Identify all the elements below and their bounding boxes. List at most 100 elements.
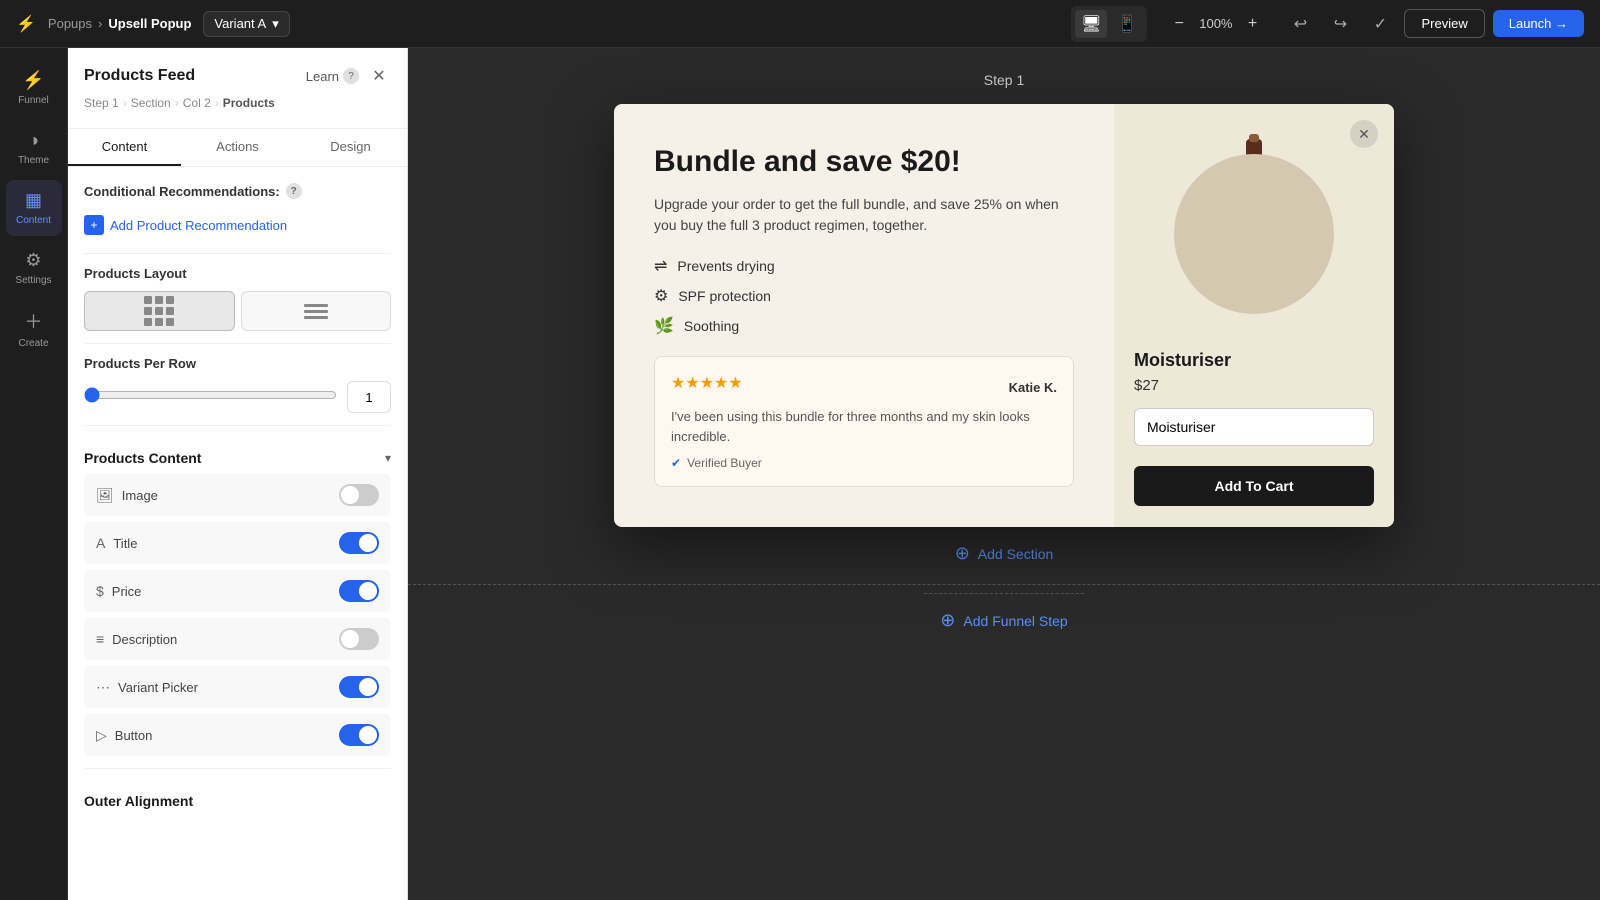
conditional-help-icon[interactable]: ? bbox=[286, 183, 302, 199]
per-row-slider[interactable] bbox=[84, 387, 337, 403]
verified-buyer: ✔ Verified Buyer bbox=[671, 456, 1057, 470]
popup-close-btn[interactable]: ✕ bbox=[1350, 120, 1378, 148]
toggle-variant-picker: ⋯ Variant Picker bbox=[84, 666, 391, 708]
panel-breadcrumb: Step 1 › Section › Col 2 › Products bbox=[84, 96, 391, 110]
price-icon: $ bbox=[96, 583, 104, 599]
theme-label: Theme bbox=[18, 155, 49, 166]
slider-container bbox=[84, 387, 337, 408]
panel-close-btn[interactable]: ✕ bbox=[367, 64, 391, 88]
zoom-out-btn[interactable]: − bbox=[1167, 12, 1191, 36]
variant-picker-text: Variant Picker bbox=[118, 680, 198, 695]
product-circle-bg bbox=[1174, 154, 1334, 314]
bc-sep2: › bbox=[175, 96, 179, 110]
sidebar-item-content[interactable]: ▦ Content bbox=[6, 180, 62, 236]
sidebar-item-create[interactable]: ＋ Create bbox=[6, 300, 62, 356]
add-recommendation-btn[interactable]: + Add Product Recommendation bbox=[84, 209, 391, 241]
feature-0-icon: ⇌ bbox=[654, 256, 667, 276]
topbar-actions: ↩ ↪ ✓ Preview Launch → bbox=[1284, 8, 1584, 40]
add-rec-label: Add Product Recommendation bbox=[110, 218, 287, 233]
panel-tabs: Content Actions Design bbox=[68, 129, 407, 167]
tab-design[interactable]: Design bbox=[294, 129, 407, 166]
toggle-price: $ Price bbox=[84, 570, 391, 612]
layout-list-icon bbox=[304, 304, 328, 319]
help-icon[interactable]: ? bbox=[343, 68, 359, 84]
launch-button[interactable]: Launch → bbox=[1493, 10, 1584, 37]
add-to-cart-btn[interactable]: Add To Cart bbox=[1134, 466, 1374, 506]
panel-header: Products Feed Learn ? ✕ Step 1 › Section… bbox=[68, 48, 407, 129]
verified-label: Verified Buyer bbox=[687, 456, 762, 470]
settings-label: Settings bbox=[15, 275, 51, 286]
variant-selector[interactable]: Variant A ▾ bbox=[203, 11, 289, 37]
panel-title-row: Products Feed Learn ? ✕ bbox=[84, 64, 391, 88]
tab-actions[interactable]: Actions bbox=[181, 129, 294, 166]
description-toggle[interactable] bbox=[339, 628, 379, 650]
image-toggle[interactable] bbox=[339, 484, 379, 506]
product-variant-select[interactable]: Moisturiser bbox=[1134, 408, 1374, 446]
layout-list-option[interactable] bbox=[241, 291, 392, 331]
preview-button[interactable]: Preview bbox=[1404, 9, 1484, 38]
add-section-row[interactable]: ⊕ Add Section bbox=[939, 527, 1070, 580]
layout-grid-option[interactable] bbox=[84, 291, 235, 331]
image-text: Image bbox=[122, 488, 158, 503]
device-group: 🖥 📱 bbox=[1071, 6, 1147, 42]
toggle-title: A Title bbox=[84, 522, 391, 564]
button-toggle[interactable] bbox=[339, 724, 379, 746]
breadcrumb-popups[interactable]: Popups bbox=[48, 16, 92, 31]
topbar: ⚡ Popups › Upsell Popup Variant A ▾ 🖥 📱 … bbox=[0, 0, 1600, 48]
toggle-button: ▷ Button bbox=[84, 714, 391, 756]
bc-section[interactable]: Section bbox=[131, 96, 171, 110]
canvas: Step 1 ✕ Bundle and save $20! Upgrade yo… bbox=[408, 48, 1600, 900]
feature-1: ⚙ SPF protection bbox=[654, 286, 1074, 306]
review-box: ★★★★★ Katie K. I've been using this bund… bbox=[654, 356, 1074, 487]
variant-label: Variant A bbox=[214, 16, 266, 31]
title-text: Title bbox=[113, 536, 137, 551]
check-btn[interactable]: ✓ bbox=[1364, 8, 1396, 40]
sidebar-item-settings[interactable]: ⚙ Settings bbox=[6, 240, 62, 296]
tab-content[interactable]: Content bbox=[68, 129, 181, 166]
create-label: Create bbox=[18, 338, 48, 349]
conditional-text: Conditional Recommendations: bbox=[84, 184, 280, 199]
per-row-control: 1 bbox=[84, 381, 391, 413]
breadcrumb-upsell[interactable]: Upsell Popup bbox=[108, 16, 191, 31]
panel: Products Feed Learn ? ✕ Step 1 › Section… bbox=[68, 48, 408, 900]
layout-options bbox=[84, 291, 391, 331]
sidebar-item-funnel[interactable]: ⚡ Funnel bbox=[6, 60, 62, 116]
products-content-header[interactable]: Products Content ▾ bbox=[84, 438, 391, 474]
feature-1-icon: ⚙ bbox=[654, 286, 668, 306]
logo-icon: ⚡ bbox=[16, 14, 36, 34]
panel-title: Products Feed bbox=[84, 67, 195, 85]
desktop-device-btn[interactable]: 🖥 bbox=[1075, 10, 1107, 38]
feature-0: ⇌ Prevents drying bbox=[654, 256, 1074, 276]
bc-col2[interactable]: Col 2 bbox=[183, 96, 211, 110]
price-toggle[interactable] bbox=[339, 580, 379, 602]
verified-icon: ✔ bbox=[671, 456, 681, 470]
product-price: $27 bbox=[1134, 377, 1159, 394]
divider-4 bbox=[84, 768, 391, 769]
undo-btn[interactable]: ↩ bbox=[1284, 8, 1316, 40]
add-funnel-step-row[interactable]: ⊕ Add Funnel Step bbox=[924, 593, 1083, 647]
bc-step1[interactable]: Step 1 bbox=[84, 96, 119, 110]
title-icon: A bbox=[96, 535, 105, 551]
divider-1 bbox=[84, 253, 391, 254]
review-author: Katie K. bbox=[1009, 380, 1057, 395]
title-toggle[interactable] bbox=[339, 532, 379, 554]
feature-0-label: Prevents drying bbox=[677, 258, 774, 274]
panel-content: Conditional Recommendations: ? + Add Pro… bbox=[68, 167, 407, 900]
popup-subtitle: Upgrade your order to get the full bundl… bbox=[654, 194, 1074, 236]
learn-link[interactable]: Learn ? bbox=[306, 68, 359, 84]
description-label: ≡ Description bbox=[96, 631, 177, 647]
review-text: I've been using this bundle for three mo… bbox=[671, 407, 1057, 446]
mobile-device-btn[interactable]: 📱 bbox=[1111, 10, 1143, 38]
zoom-in-btn[interactable]: + bbox=[1240, 12, 1264, 36]
variant-picker-toggle[interactable] bbox=[339, 676, 379, 698]
redo-btn[interactable]: ↪ bbox=[1324, 8, 1356, 40]
breadcrumb-sep-1: › bbox=[98, 16, 102, 31]
sidebar-item-theme[interactable]: ◑ Theme bbox=[6, 120, 62, 176]
description-icon: ≡ bbox=[96, 631, 104, 647]
popup-right: FLOW MOISTURISER Moisturiser $27 Moistur… bbox=[1114, 104, 1394, 527]
products-content-title: Products Content bbox=[84, 450, 201, 466]
settings-icon: ⚙ bbox=[25, 250, 41, 271]
description-text: Description bbox=[112, 632, 177, 647]
button-label: ▷ Button bbox=[96, 727, 152, 744]
toggle-image: 🖼 Image bbox=[84, 474, 391, 516]
